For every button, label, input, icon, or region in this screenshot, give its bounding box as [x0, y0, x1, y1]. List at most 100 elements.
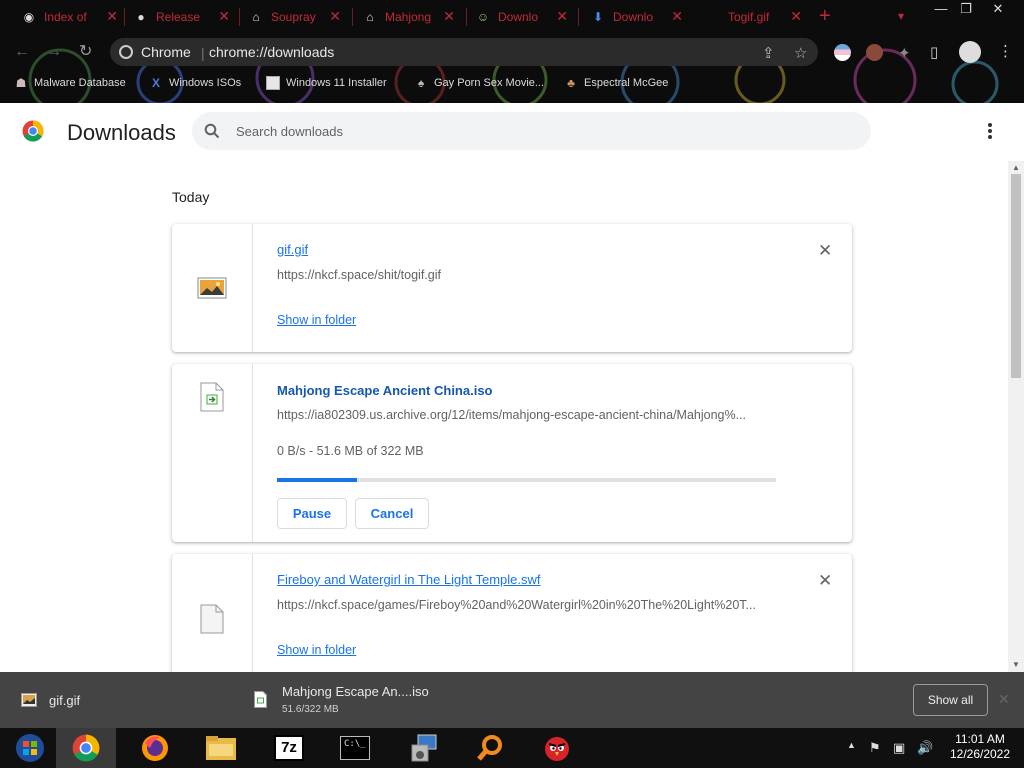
angry-birds-icon[interactable] — [527, 728, 587, 768]
tab-label: Togif.gif — [728, 10, 770, 24]
close-tab-icon[interactable]: ✕ — [106, 9, 118, 23]
7zip-icon[interactable]: 7z — [259, 728, 319, 768]
reload-icon[interactable]: ↻ — [79, 42, 92, 62]
site-label: Chrome — [141, 44, 191, 60]
file-source-url[interactable]: https://nkcf.space/games/Fireboy%20and%2… — [277, 598, 756, 612]
forward-icon[interactable]: → — [46, 42, 62, 62]
network-icon[interactable]: ▣ — [893, 740, 905, 756]
search-input[interactable] — [236, 121, 836, 141]
bookmark-label: Windows ISOs — [169, 77, 242, 89]
museum-icon: ⌂ — [252, 10, 260, 24]
tab-label: Release — [156, 10, 201, 24]
shelf-item-name: gif.gif — [49, 693, 81, 708]
downloads-header: Downloads — [0, 103, 1024, 161]
windows-start-icon[interactable] — [0, 728, 60, 768]
firefox-icon[interactable] — [125, 728, 185, 768]
file-name-link[interactable]: gif.gif — [277, 242, 308, 257]
page-title: Downloads — [67, 120, 176, 145]
file-source-url[interactable]: https://nkcf.space/shit/togif.gif — [277, 268, 441, 282]
share-icon[interactable]: ⇪ — [762, 44, 775, 62]
side-panel-icon[interactable]: ▯ — [930, 43, 938, 61]
tab-divider — [352, 8, 353, 26]
file-explorer-icon[interactable] — [191, 728, 251, 768]
scroll-up-icon[interactable]: ▲ — [1012, 163, 1020, 172]
bookmark[interactable]: ☗ Malware Database — [14, 76, 126, 90]
show-all-button[interactable]: Show all — [913, 684, 988, 716]
bookmarks-bar: ☗ Malware Database X Windows ISOs Window… — [0, 72, 1024, 96]
volume-icon[interactable]: 🔊 — [917, 740, 933, 756]
tab[interactable]: ⬇ Downlo ✕ — [591, 4, 683, 30]
bookmark[interactable]: X Windows ISOs — [149, 76, 241, 90]
bookmark[interactable]: ♣ Espectral McGee — [564, 76, 668, 90]
file-name-link[interactable]: Mahjong Escape Ancient China.iso — [277, 383, 493, 398]
pause-button[interactable]: Pause — [277, 498, 347, 529]
tray-overflow-icon[interactable]: ▲ — [847, 740, 856, 750]
profile-icon[interactable] — [959, 41, 981, 63]
museum-icon: ⌂ — [366, 10, 374, 24]
system-clock[interactable]: 11:01 AM 12/26/2022 — [940, 732, 1020, 762]
extension-avatar-icon[interactable] — [866, 44, 883, 61]
shelf-item[interactable]: Mahjong Escape An....iso 51.6/322 MB — [240, 672, 480, 728]
file-source-url[interactable]: https://ia802309.us.archive.org/12/items… — [277, 408, 746, 422]
tab[interactable]: ● Release ✕ — [134, 4, 230, 30]
back-icon[interactable]: ← — [14, 42, 30, 62]
chrome-logo-icon — [22, 120, 44, 142]
show-in-folder-link[interactable]: Show in folder — [277, 313, 356, 327]
menu-kebab-icon[interactable]: ⋮ — [998, 42, 1013, 60]
close-tab-icon[interactable]: ✕ — [790, 9, 802, 23]
cancel-button[interactable]: Cancel — [355, 498, 429, 529]
download-icon: ⬇ — [592, 10, 604, 24]
blank-icon — [706, 10, 720, 24]
download-item: Mahjong Escape Ancient China.iso https:/… — [172, 364, 852, 542]
page-scrollbar[interactable]: ▲ ▼ — [1008, 161, 1024, 672]
shelf-item[interactable]: gif.gif — [0, 672, 240, 728]
new-tab-icon[interactable]: + — [819, 6, 831, 26]
tab[interactable]: ⌂ Soupray ✕ — [249, 4, 341, 30]
image-file-icon — [197, 277, 227, 299]
bookmark[interactable]: ♠ Gay Porn Sex Movie... — [414, 76, 544, 90]
more-actions-icon[interactable] — [982, 123, 998, 141]
file-icon-column — [172, 554, 253, 672]
remove-item-icon[interactable]: ✕ — [818, 242, 832, 259]
url-text[interactable]: chrome://downloads — [209, 44, 334, 60]
action-center-flag-icon[interactable]: ⚑ — [869, 740, 881, 756]
tab-search-icon[interactable]: ▾ — [898, 9, 904, 23]
close-shelf-icon[interactable]: ✕ — [998, 691, 1010, 708]
close-tab-icon[interactable]: ✕ — [218, 9, 230, 23]
terminal-icon[interactable]: C:\_ — [325, 728, 385, 768]
tab[interactable]: ⌂ Mahjong ✕ — [363, 4, 455, 30]
tab[interactable]: ◉ Index of ✕ — [22, 4, 118, 30]
remove-item-icon[interactable]: ✕ — [818, 572, 832, 589]
star-icon[interactable]: ☆ — [794, 44, 807, 62]
search-box[interactable] — [192, 112, 871, 150]
browser-chrome: ◉ Index of ✕ ● Release ✕ ⌂ Soupray ✕ ⌂ M… — [0, 0, 1024, 103]
search-magnifier-icon[interactable] — [460, 728, 520, 768]
globe-icon: ◉ — [23, 10, 35, 24]
extension-icon[interactable] — [834, 44, 851, 61]
puzzle-extensions-icon[interactable]: ✦ — [898, 44, 911, 62]
disc-image-file-icon — [254, 691, 267, 708]
scroll-down-icon[interactable]: ▼ — [1012, 660, 1020, 669]
address-bar[interactable]: Chrome | chrome://downloads ⇪ ☆ — [110, 38, 818, 66]
close-tab-icon[interactable]: ✕ — [556, 9, 568, 23]
close-tab-icon[interactable]: ✕ — [671, 9, 683, 23]
bookmark-label: Gay Porn Sex Movie... — [434, 77, 545, 89]
tab[interactable]: ☺ Downlo ✕ — [476, 4, 568, 30]
tab-label: Index of — [44, 10, 87, 24]
file-name-link[interactable]: Fireboy and Watergirl in The Light Templ… — [277, 572, 541, 587]
github-icon: ● — [137, 10, 145, 24]
bookmark[interactable]: Windows 11 Installer — [266, 76, 387, 90]
close-tab-icon[interactable]: ✕ — [443, 9, 455, 23]
bug-icon: ☗ — [15, 76, 27, 90]
tab-divider — [466, 8, 467, 26]
clock-time: 11:01 AM — [955, 732, 1005, 746]
show-in-folder-link[interactable]: Show in folder — [277, 643, 356, 657]
installer-icon[interactable] — [393, 728, 453, 768]
tab-active[interactable]: Togif.gif ✕ — [706, 4, 802, 30]
bookmark-icon: ♠ — [417, 76, 425, 90]
chrome-icon[interactable] — [56, 728, 116, 768]
restore-icon[interactable]: ❐ — [951, 0, 981, 18]
close-tab-icon[interactable]: ✕ — [329, 9, 341, 23]
scrollbar-thumb[interactable] — [1011, 174, 1021, 378]
window-close-icon[interactable]: ✕ — [983, 0, 1013, 18]
